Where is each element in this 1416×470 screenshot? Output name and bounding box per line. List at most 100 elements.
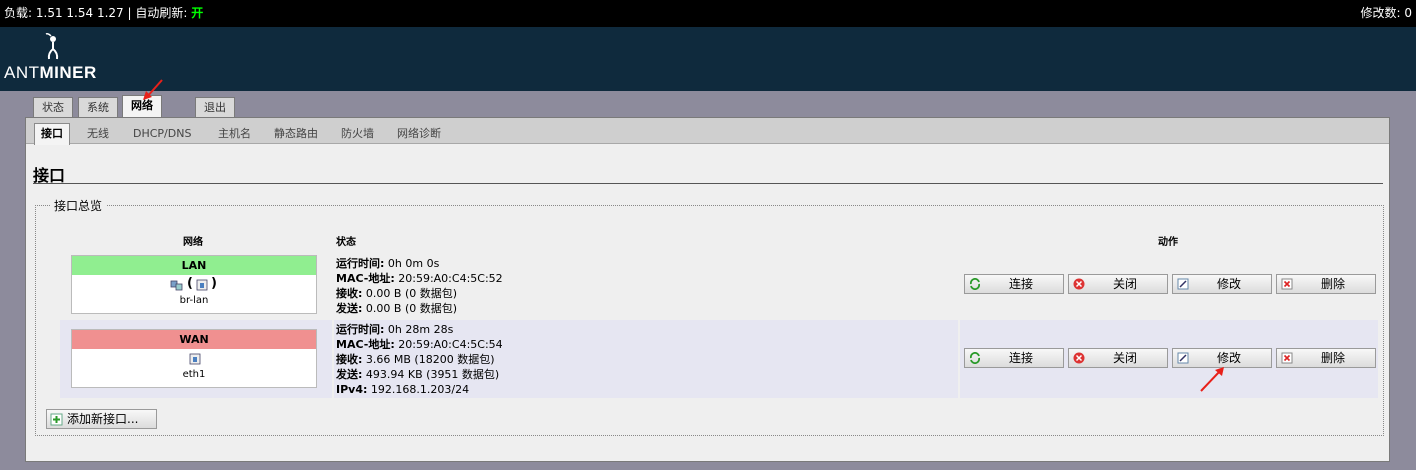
annotation-arrow-icon (1200, 367, 1224, 392)
status-mac: MAC-地址: 20:59:A0:C4:5C:54 (336, 337, 503, 352)
status-value: 0.00 B (0 数据包) (365, 302, 458, 315)
stop-icon (1073, 278, 1085, 290)
status-value: 3.66 MB (18200 数据包) (365, 353, 495, 366)
subtab-static-routes[interactable]: 静态路由 (268, 124, 324, 144)
antminer-logo: ANTMINER (4, 33, 104, 85)
title-divider (33, 183, 1383, 184)
delete-icon (1281, 352, 1293, 364)
connect-button[interactable]: 连接 (964, 348, 1064, 368)
device-name: eth1 (182, 369, 206, 380)
delete-button[interactable]: 删除 (1276, 348, 1376, 368)
interface-overview-section: 接口总览 网络 状态 动作 LAN ( ) br-lan 运行时间: 0h 0m… (35, 197, 1384, 436)
load-indicator: 负载: 1.51 1.54 1.27 | 自动刷新: 开 (4, 0, 203, 27)
brand-light: ANT (4, 63, 40, 82)
status-ipv4: IPv4: 192.168.1.203/24 (336, 382, 503, 397)
network-badge-lan[interactable]: LAN ( ) br-lan (71, 255, 317, 314)
status-rx: 接收: 0.00 B (0 数据包) (336, 286, 503, 301)
tab-logout[interactable]: 退出 (195, 97, 235, 118)
subtab-dhcp-dns[interactable]: DHCP/DNS (127, 124, 197, 144)
button-label: 修改 (1216, 277, 1241, 291)
device-icons: ( ) (72, 275, 316, 295)
button-label: 关闭 (1112, 277, 1137, 291)
close-button[interactable]: 关闭 (1068, 348, 1168, 368)
status-value: 20:59:A0:C4:5C:54 (398, 338, 503, 351)
ethernet-port-icon (196, 279, 208, 291)
content-panel: 接口 无线 DHCP/DNS 主机名 静态路由 防火墙 网络诊断 接口 接口总览… (25, 117, 1390, 462)
antminer-logo-icon (45, 33, 59, 60)
status-value: 192.168.1.203/24 (370, 383, 470, 396)
status-label: MAC-地址: (336, 272, 395, 285)
column-header-status: 状态 (336, 237, 356, 248)
status-uptime: 运行时间: 0h 28m 28s (336, 322, 503, 337)
network-badge-wan[interactable]: WAN eth1 (71, 329, 317, 388)
status-value: 0h 28m 28s (387, 323, 454, 336)
status-mac: MAC-地址: 20:59:A0:C4:5C:52 (336, 271, 503, 286)
subtab-wireless[interactable]: 无线 (81, 124, 115, 144)
status-tx: 发送: 493.94 KB (3951 数据包) (336, 367, 503, 382)
button-label: 删除 (1320, 351, 1345, 365)
paren-open: ( (187, 276, 193, 291)
subtab-firewall[interactable]: 防火墙 (335, 124, 380, 144)
header: ANTMINER (0, 27, 1416, 91)
interface-status-wan: 运行时间: 0h 28m 28s MAC-地址: 20:59:A0:C4:5C:… (336, 322, 503, 397)
button-label: 关闭 (1112, 351, 1137, 365)
status-label: 运行时间: (336, 323, 385, 336)
column-header-actions: 动作 (1158, 237, 1178, 248)
brand-bold: MINER (39, 63, 97, 82)
sub-tab-bar: 接口 无线 DHCP/DNS 主机名 静态路由 防火墙 网络诊断 (26, 118, 1389, 145)
add-icon (50, 413, 63, 426)
subtab-hostnames[interactable]: 主机名 (212, 124, 257, 144)
add-interface-button[interactable]: 添加新接口... (46, 409, 157, 429)
edit-icon (1177, 352, 1189, 364)
status-uptime: 运行时间: 0h 0m 0s (336, 256, 503, 271)
button-label: 删除 (1320, 277, 1345, 291)
status-value: 0.00 B (0 数据包) (365, 287, 458, 300)
edit-button[interactable]: 修改 (1172, 274, 1272, 294)
connect-button[interactable]: 连接 (964, 274, 1064, 294)
bridge-icon (170, 280, 183, 291)
subtab-diagnostics[interactable]: 网络诊断 (391, 124, 447, 144)
button-label: 连接 (1008, 351, 1033, 365)
section-legend: 接口总览 (50, 197, 107, 214)
status-value: 493.94 KB (3951 数据包) (365, 368, 500, 381)
delete-icon (1281, 278, 1293, 290)
annotation-arrow-icon (143, 79, 163, 100)
status-tx: 发送: 0.00 B (0 数据包) (336, 301, 503, 316)
status-value: 20:59:A0:C4:5C:52 (398, 272, 503, 285)
load-label: 负载: (4, 6, 33, 20)
status-label: 接收: (336, 287, 363, 300)
delete-button[interactable]: 删除 (1276, 274, 1376, 294)
edit-icon (1177, 278, 1189, 290)
auto-refresh-label: 自动刷新: (135, 6, 188, 20)
close-button[interactable]: 关闭 (1068, 274, 1168, 294)
network-name: WAN (72, 330, 316, 349)
tab-system[interactable]: 系统 (78, 97, 118, 118)
status-label: IPv4: (336, 383, 368, 396)
button-label: 添加新接口... (67, 412, 139, 426)
refresh-icon (970, 278, 980, 290)
subtab-interfaces[interactable]: 接口 (34, 123, 70, 145)
stop-icon (1073, 352, 1085, 364)
device-icons (72, 349, 316, 369)
column-header-network: 网络 (183, 237, 203, 248)
ethernet-port-icon (189, 353, 201, 365)
status-label: 运行时间: (336, 257, 385, 270)
brand-name: ANTMINER (4, 63, 97, 83)
status-bar: 负载: 1.51 1.54 1.27 | 自动刷新: 开 修改数: 0 (0, 0, 1416, 27)
status-value: 0h 0m 0s (387, 257, 440, 270)
device-name: br-lan (179, 295, 209, 306)
button-label: 修改 (1216, 351, 1241, 365)
separator: | (127, 6, 132, 20)
changes-count[interactable]: 修改数: 0 (1361, 0, 1413, 27)
auto-refresh-toggle[interactable]: 开 (191, 6, 203, 20)
load-values: 1.51 1.54 1.27 (35, 6, 124, 20)
status-label: 发送: (336, 302, 363, 315)
network-name: LAN (72, 256, 316, 275)
interface-status-lan: 运行时间: 0h 0m 0s MAC-地址: 20:59:A0:C4:5C:52… (336, 256, 503, 316)
refresh-icon (970, 352, 980, 364)
button-label: 连接 (1008, 277, 1033, 291)
status-label: MAC-地址: (336, 338, 395, 351)
tab-status[interactable]: 状态 (33, 97, 73, 118)
status-label: 接收: (336, 353, 363, 366)
status-label: 发送: (336, 368, 363, 381)
